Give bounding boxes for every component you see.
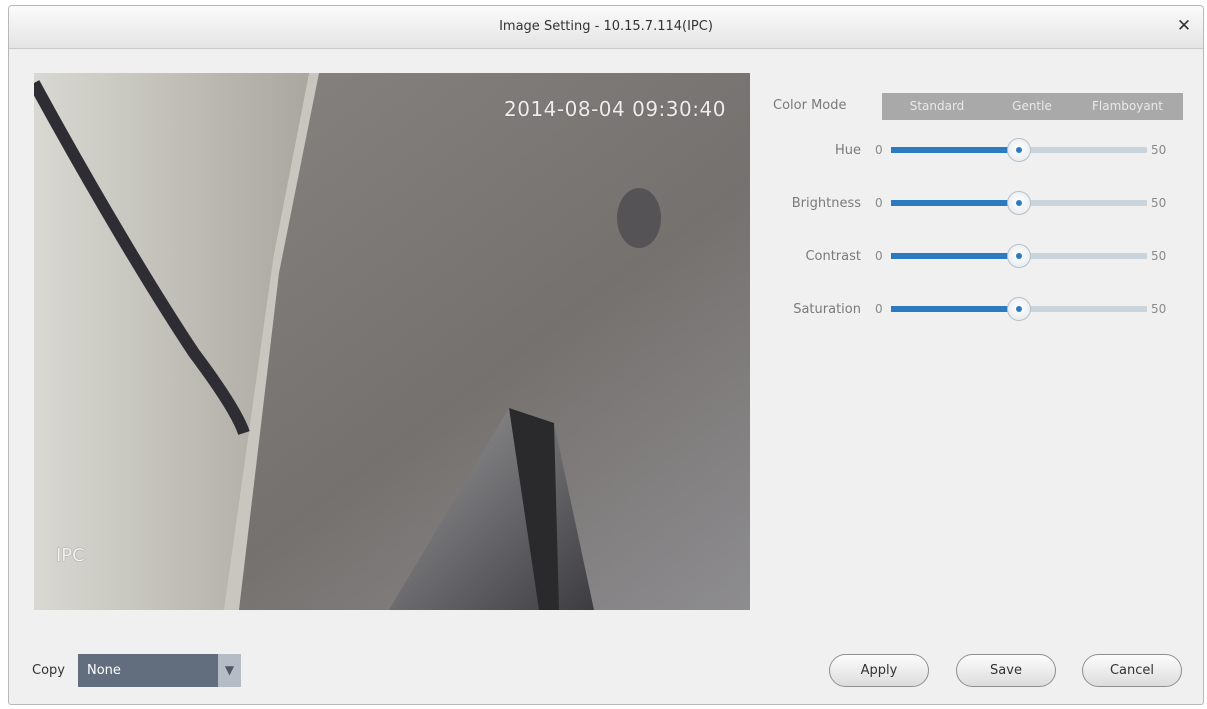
window-title: Image Setting - 10.15.7.114(IPC) <box>499 19 713 34</box>
title-bar[interactable]: Image Setting - 10.15.7.114(IPC) ✕ <box>9 6 1203 49</box>
contrast-min: 0 <box>875 249 883 263</box>
brightness-slider[interactable] <box>891 191 1147 215</box>
contrast-fill <box>891 253 1019 259</box>
color-mode-flamboyant[interactable]: Flamboyant <box>1072 93 1183 120</box>
hue-min: 0 <box>875 143 883 157</box>
saturation-slider[interactable] <box>891 297 1147 321</box>
contrast-slider-row: Contrast 0 50 <box>761 244 1181 268</box>
contrast-slider[interactable] <box>891 244 1147 268</box>
copy-selected-value: None <box>87 663 121 678</box>
save-button[interactable]: Save <box>956 654 1056 687</box>
contrast-label: Contrast <box>805 249 861 264</box>
saturation-fill <box>891 306 1019 312</box>
copy-label: Copy <box>32 663 65 678</box>
apply-button[interactable]: Apply <box>829 654 929 687</box>
camera-name-overlay: IPC <box>56 545 85 566</box>
video-preview[interactable]: 2014-08-04 09:30:40 IPC <box>34 73 750 610</box>
hue-slider[interactable] <box>891 138 1147 162</box>
saturation-max: 50 <box>1151 302 1167 316</box>
brightness-label: Brightness <box>791 196 861 211</box>
hue-thumb[interactable] <box>1007 138 1031 162</box>
video-timestamp: 2014-08-04 09:30:40 <box>504 97 726 121</box>
color-mode-selector: Standard Gentle Flamboyant <box>882 93 1183 120</box>
hue-fill <box>891 147 1019 153</box>
saturation-min: 0 <box>875 302 883 316</box>
color-mode-gentle[interactable]: Gentle <box>992 93 1072 120</box>
color-mode-label: Color Mode <box>773 98 847 113</box>
brightness-slider-row: Brightness 0 50 <box>761 191 1181 215</box>
saturation-slider-row: Saturation 0 50 <box>761 297 1181 321</box>
cancel-button[interactable]: Cancel <box>1082 654 1182 687</box>
contrast-thumb[interactable] <box>1007 244 1031 268</box>
saturation-thumb[interactable] <box>1007 297 1031 321</box>
brightness-max: 50 <box>1151 196 1167 210</box>
hue-label: Hue <box>834 143 861 158</box>
hue-slider-row: Hue 0 50 <box>761 138 1181 162</box>
color-mode-standard[interactable]: Standard <box>882 93 992 120</box>
copy-dropdown[interactable]: None ▼ <box>78 654 241 687</box>
camera-image <box>34 73 750 610</box>
saturation-label: Saturation <box>793 302 861 317</box>
triangle-down-icon[interactable]: ▼ <box>218 654 241 687</box>
hue-max: 50 <box>1151 143 1167 157</box>
contrast-max: 50 <box>1151 249 1167 263</box>
brightness-min: 0 <box>875 196 883 210</box>
close-icon[interactable]: ✕ <box>1173 15 1195 37</box>
brightness-thumb[interactable] <box>1007 191 1031 215</box>
brightness-fill <box>891 200 1019 206</box>
